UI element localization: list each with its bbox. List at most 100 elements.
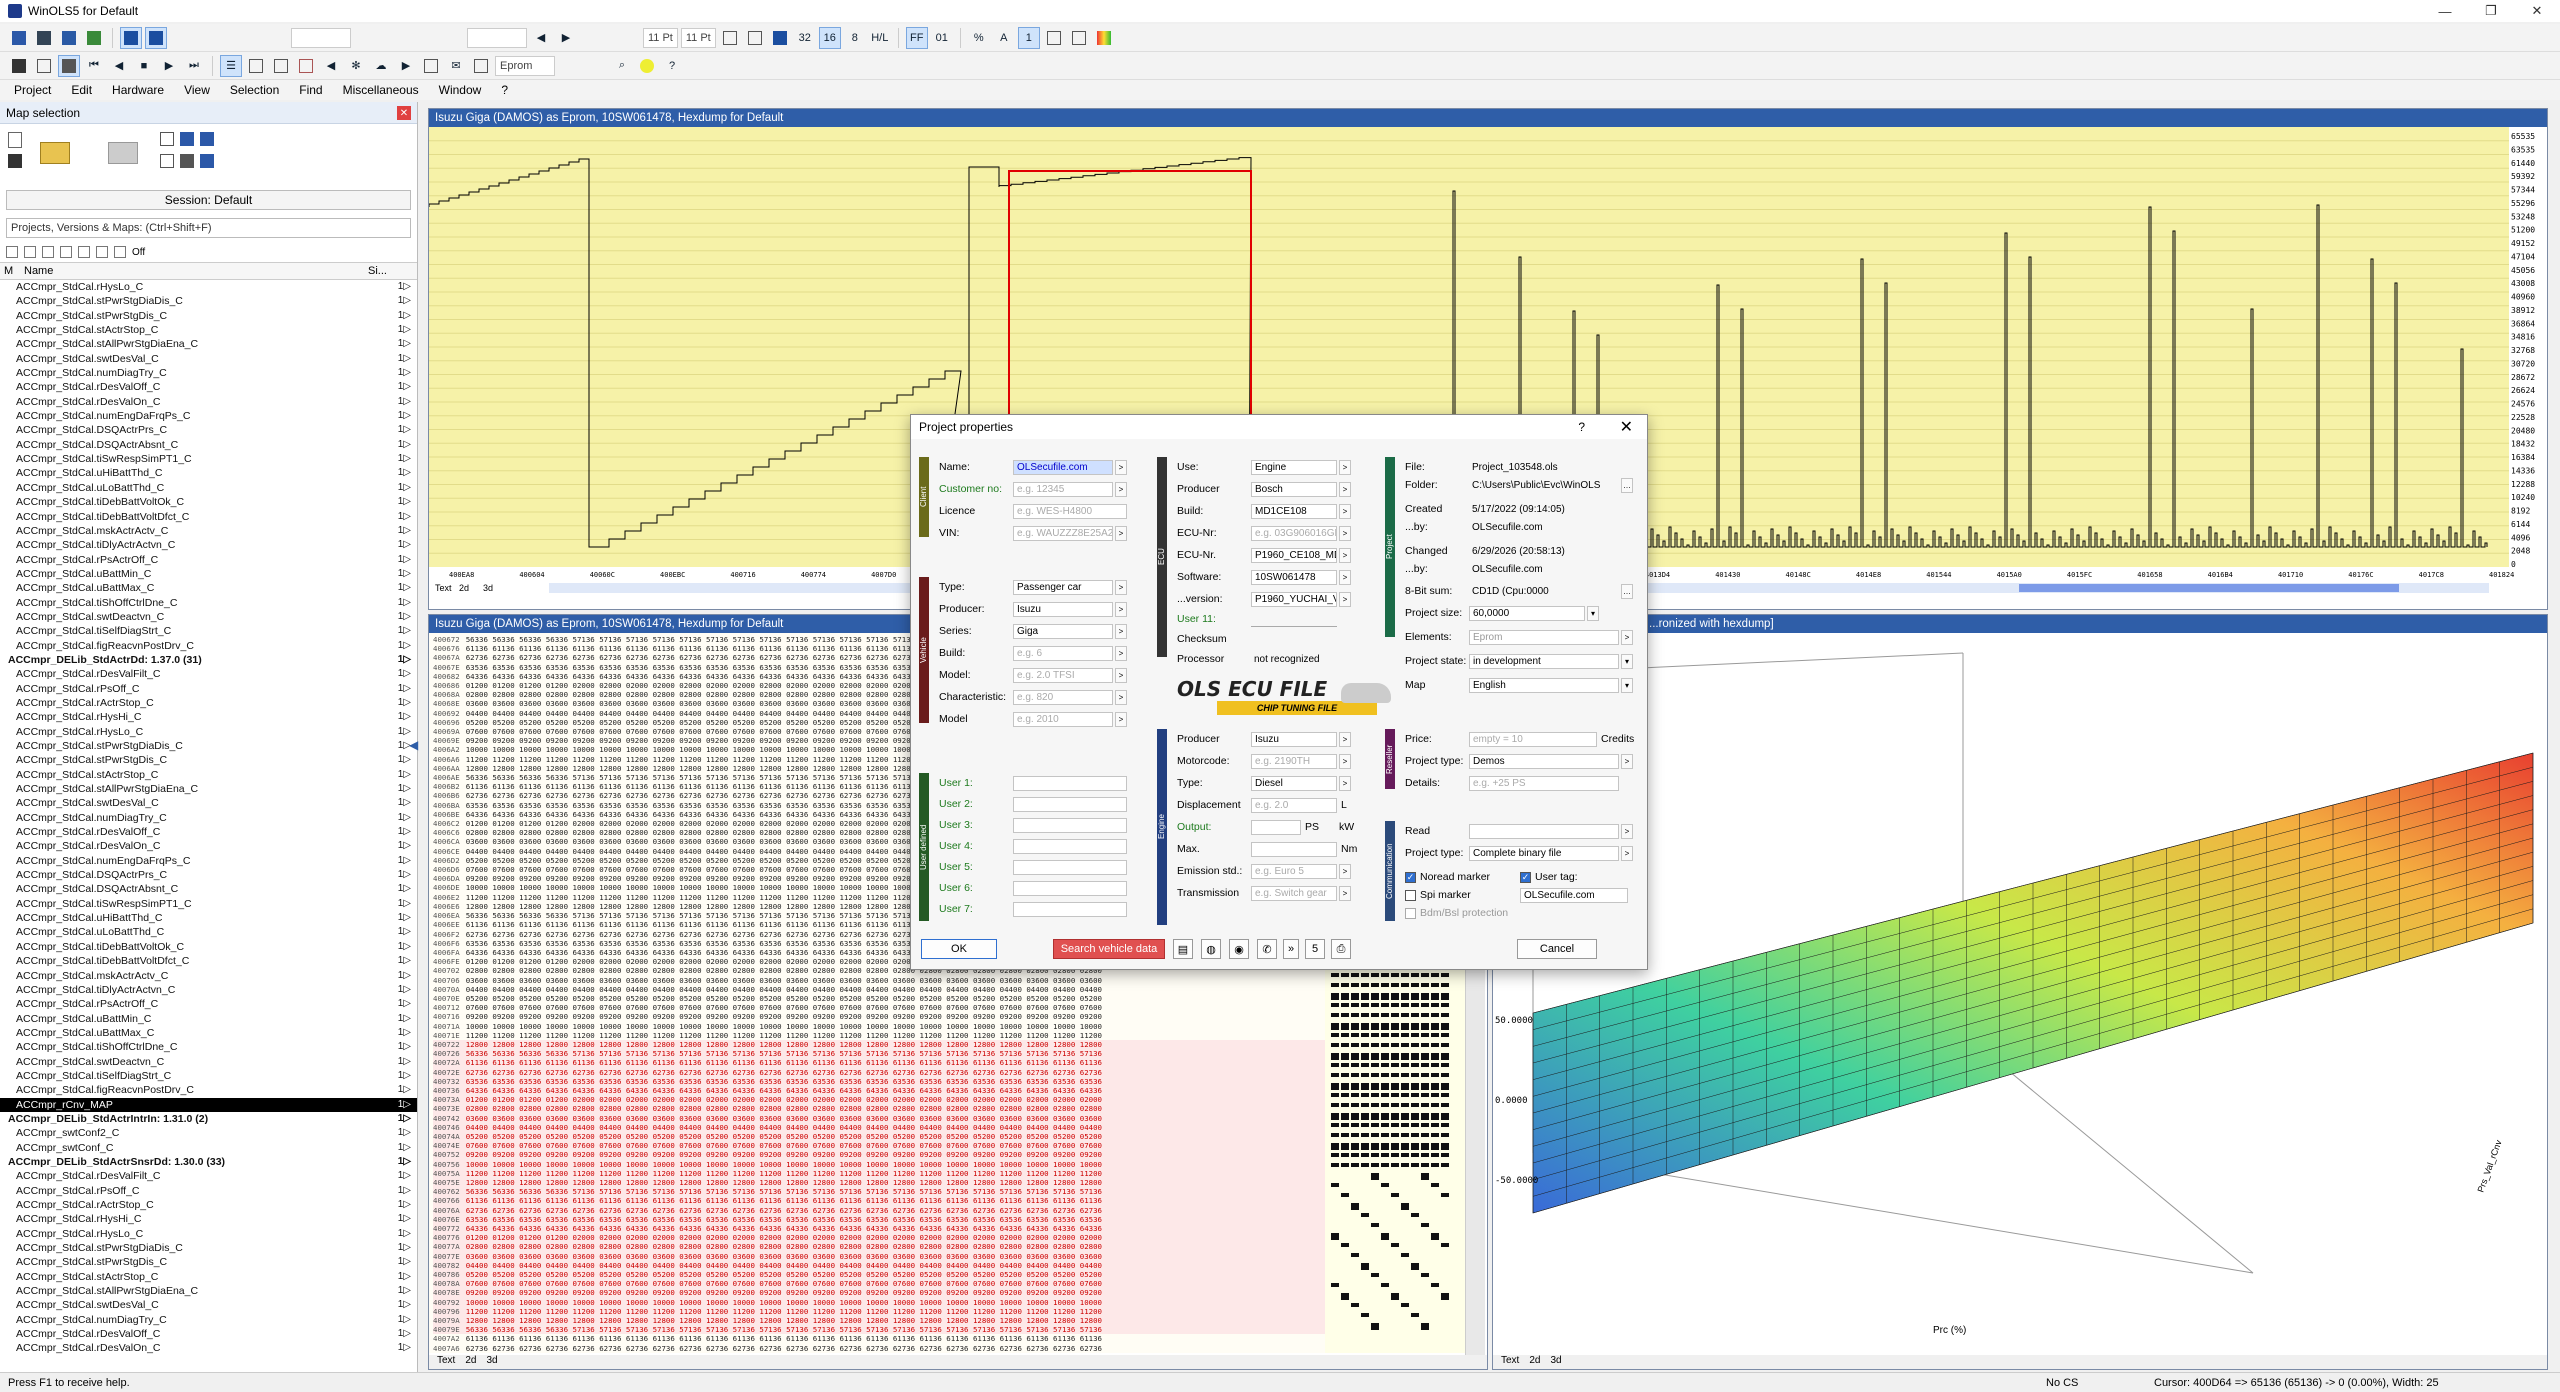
- hex-values[interactable]: 61136 61136 61136 61136 61136 61136 6113…: [466, 1058, 1102, 1067]
- tab-text[interactable]: Text: [437, 1355, 455, 1369]
- map-lang-select[interactable]: English: [1469, 677, 1619, 693]
- minimize-button[interactable]: —: [2422, 0, 2468, 22]
- user-defined-field[interactable]: [1013, 817, 1127, 833]
- hex-values[interactable]: 12800 12800 12800 12800 12800 12800 1280…: [466, 1040, 1102, 1049]
- filter-icon[interactable]: [24, 246, 36, 258]
- filter-icon[interactable]: [60, 246, 72, 258]
- page-number[interactable]: 5: [1305, 939, 1325, 959]
- map-list-item[interactable]: ACCmpr_StdCal.rDesValOn_C 1▷: [0, 839, 417, 853]
- zoom-icon[interactable]: ⌕: [611, 55, 633, 77]
- arrow-icon[interactable]: >: [1621, 629, 1633, 645]
- user-defined-field[interactable]: [1013, 880, 1127, 896]
- map-list-item[interactable]: ACCmpr_StdCal.rActrStop_C 1▷: [0, 696, 417, 710]
- map-list-item[interactable]: ACCmpr_StdCal.numDiagTry_C 1▷: [0, 811, 417, 825]
- chat-icon[interactable]: ✆: [1257, 939, 1277, 959]
- map-list-item[interactable]: ACCmpr_StdCal.rHysLo_C 1▷: [0, 725, 417, 739]
- hex-ff-icon[interactable]: FF: [905, 26, 928, 49]
- hex-values[interactable]: 09200 09200 09200 09200 09200 09200 0920…: [466, 1288, 1102, 1297]
- filter-icon[interactable]: [114, 246, 126, 258]
- customer-field[interactable]: e.g. 12345: [1013, 481, 1113, 497]
- menu-help[interactable]: ?: [501, 83, 508, 97]
- maximize-button[interactable]: ❐: [2468, 0, 2514, 22]
- map-list-item[interactable]: ACCmpr_StdCal.numEngDaFrqPs_C 1▷: [0, 854, 417, 868]
- map-list-item[interactable]: ACCmpr_StdCal.tiShOffCtrlDne_C 1▷: [0, 596, 417, 610]
- tab-3d[interactable]: 3d: [486, 1355, 497, 1369]
- view-mode-1-icon[interactable]: [120, 26, 142, 49]
- hex-values[interactable]: 04400 04400 04400 04400 04400 04400 0440…: [466, 1261, 1102, 1270]
- arrow-icon[interactable]: >: [1115, 689, 1127, 705]
- read-field[interactable]: [1469, 823, 1619, 839]
- map-list-item[interactable]: ACCmpr_StdCal.uBattMax_C 1▷: [0, 1026, 417, 1040]
- arrow-icon[interactable]: >: [1339, 775, 1351, 791]
- font-selector-1[interactable]: [291, 27, 351, 48]
- filter-icon[interactable]: [6, 246, 18, 258]
- dialog-close-button[interactable]: ✕: [1620, 417, 1633, 437]
- ecu-software-field[interactable]: 10SW061478: [1251, 569, 1337, 585]
- map-list-item[interactable]: ACCmpr_StdCal.stActrStop_C 1▷: [0, 323, 417, 337]
- hex-values[interactable]: 02800 02800 02800 02800 02800 02800 0280…: [466, 1242, 1102, 1251]
- user-defined-field[interactable]: [1013, 775, 1127, 791]
- displacement-field[interactable]: e.g. 2.0: [1251, 797, 1337, 813]
- details-field[interactable]: e.g. +25 PS: [1469, 775, 1619, 791]
- filter-icon[interactable]: [96, 246, 108, 258]
- arrow-icon[interactable]: >: [1339, 525, 1351, 541]
- folder-open-icon[interactable]: [40, 142, 70, 164]
- mode-16-icon[interactable]: 16: [818, 26, 841, 49]
- map-list-item[interactable]: ACCmpr_StdCal.stPwrStgDis_C 1▷: [0, 1255, 417, 1269]
- arrow-icon[interactable]: >: [1115, 667, 1127, 683]
- map-list-item[interactable]: ACCmpr_StdCal.rPsActrOff_C 1▷: [0, 553, 417, 567]
- map-list-item[interactable]: ACCmpr_StdCal.tiShOffCtrlDne_C 1▷: [0, 1040, 417, 1054]
- grid-view-icon[interactable]: [719, 27, 741, 49]
- hex-values[interactable]: 04400 04400 04400 04400 04400 04400 0440…: [466, 985, 1102, 994]
- ecu-use-field[interactable]: Engine: [1251, 459, 1337, 475]
- find-icon[interactable]: [245, 55, 267, 77]
- dropdown-icon[interactable]: ▾: [1621, 653, 1633, 669]
- hex-values[interactable]: 07600 07600 07600 07600 07600 07600 0760…: [466, 1141, 1102, 1150]
- map-list-item[interactable]: ACCmpr_StdCal.stPwrStgDiaDis_C 1▷: [0, 1241, 417, 1255]
- vehicle-model-field[interactable]: e.g. 2.0 TFSI: [1013, 667, 1113, 683]
- map-list-item[interactable]: ACCmpr_StdCal.tiDebBattVoltOk_C 1▷: [0, 940, 417, 954]
- hex-values[interactable]: 62736 62736 62736 62736 62736 62736 6273…: [466, 1344, 1102, 1353]
- map-list-item[interactable]: ACCmpr_StdCal.rDesValOff_C 1▷: [0, 380, 417, 394]
- hex-values[interactable]: 10000 10000 10000 10000 10000 10000 1000…: [466, 1022, 1102, 1031]
- hex-values[interactable]: 63536 63536 63536 63536 63536 63536 6353…: [466, 1077, 1102, 1086]
- mode-32-icon[interactable]: 32: [794, 27, 816, 49]
- cluster-icon[interactable]: ✻: [345, 55, 367, 77]
- table-view-icon[interactable]: [744, 27, 766, 49]
- menu-hardware[interactable]: Hardware: [112, 83, 164, 97]
- nav-left-icon[interactable]: ◀: [530, 27, 552, 49]
- tab-3d[interactable]: 3d: [1550, 1355, 1561, 1369]
- map-list-item[interactable]: ACCmpr_StdCal.rPsOff_C 1▷: [0, 682, 417, 696]
- connect-icon[interactable]: [295, 55, 317, 77]
- arrow-icon[interactable]: >: [1339, 459, 1351, 475]
- arrow-icon[interactable]: >: [1621, 753, 1633, 769]
- map-list-item[interactable]: ACCmpr_StdCal.rDesValOff_C 1▷: [0, 1327, 417, 1341]
- map-list-item[interactable]: ACCmpr_StdCal.stActrStop_C 1▷: [0, 1270, 417, 1284]
- hex-values[interactable]: 63536 63536 63536 63536 63536 63536 6353…: [466, 1215, 1102, 1224]
- browse-icon[interactable]: …: [1621, 477, 1633, 493]
- menu-find[interactable]: Find: [299, 83, 322, 97]
- dropdown-icon[interactable]: ▾: [1621, 677, 1633, 693]
- bdm-checkbox[interactable]: [1405, 907, 1416, 919]
- user-defined-field[interactable]: [1013, 859, 1127, 875]
- new-project-icon[interactable]: [8, 27, 30, 49]
- hex-values[interactable]: 10000 10000 10000 10000 10000 10000 1000…: [466, 1298, 1102, 1307]
- font-size-2[interactable]: 11 Pt: [680, 27, 716, 48]
- export-icon[interactable]: [470, 55, 492, 77]
- tool-icon[interactable]: [200, 132, 214, 146]
- mode-8-icon[interactable]: 8: [844, 27, 866, 49]
- hex-values[interactable]: 62736 62736 62736 62736 62736 62736 6273…: [466, 1206, 1102, 1215]
- arrow-icon[interactable]: >: [1339, 481, 1351, 497]
- arrow-icon[interactable]: >: [1115, 711, 1127, 727]
- menu-view[interactable]: View: [184, 83, 210, 97]
- client-name-field[interactable]: OLSecufile.com: [1013, 459, 1113, 475]
- vehicle-build-field[interactable]: e.g. 6: [1013, 645, 1113, 661]
- list-view-icon[interactable]: ☰: [220, 54, 242, 77]
- map-list-item[interactable]: ACCmpr_rCnv_MAP 1▷: [0, 1097, 417, 1112]
- hex-values[interactable]: 02800 02800 02800 02800 02800 02800 0280…: [466, 1104, 1102, 1113]
- map-list-item[interactable]: ACCmpr_StdCal.rPsActrOff_C 1▷: [0, 997, 417, 1011]
- cancel-button[interactable]: Cancel: [1517, 939, 1597, 959]
- hex-values[interactable]: 11200 11200 11200 11200 11200 11200 1120…: [466, 1169, 1102, 1178]
- arrow-icon[interactable]: >: [1339, 731, 1351, 747]
- map-list-item[interactable]: ACCmpr_StdCal.tiDebBattVoltOk_C 1▷: [0, 495, 417, 509]
